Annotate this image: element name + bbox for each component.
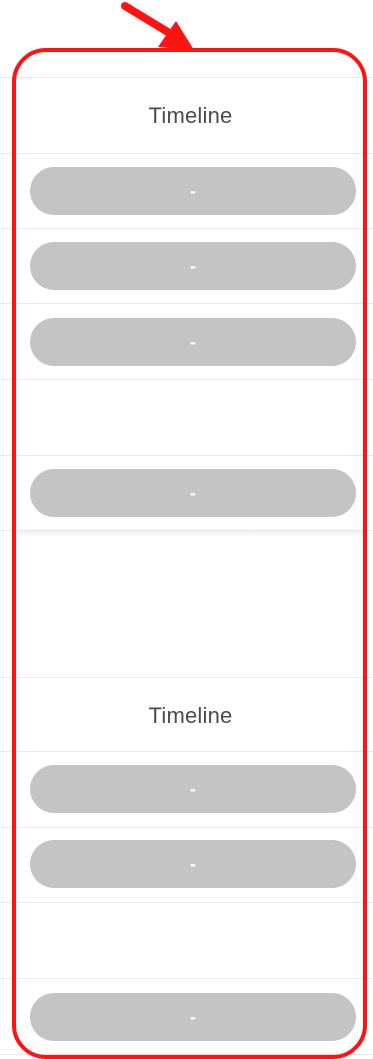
timeline-pill[interactable]: - (30, 993, 356, 1041)
timeline-pill[interactable]: - (30, 318, 356, 366)
row-divider (0, 827, 373, 828)
red-arrow-icon (121, 2, 194, 50)
row-divider (0, 303, 373, 304)
row-divider (0, 902, 373, 903)
timeline-pill[interactable]: - (30, 765, 356, 813)
row-divider (0, 677, 373, 678)
timeline-pill[interactable]: - (30, 242, 356, 290)
row-divider (0, 77, 373, 78)
timeline-column-header: Timeline (148, 703, 233, 728)
row-divider (0, 978, 373, 979)
timeline-value: - (190, 853, 196, 874)
row-divider (0, 228, 373, 229)
timeline-value: - (190, 1006, 196, 1027)
timeline-pill[interactable]: - (30, 167, 356, 215)
timeline-value: - (190, 778, 196, 799)
row-divider (0, 1054, 373, 1055)
timeline-value: - (190, 331, 196, 352)
timeline-column-header: Timeline (148, 103, 233, 128)
timeline-value: - (190, 255, 196, 276)
row-divider (0, 751, 373, 752)
timeline-value: - (190, 180, 196, 201)
row-divider (0, 455, 373, 456)
row-divider (0, 153, 373, 154)
timeline-pill[interactable]: - (30, 469, 356, 517)
section-separator (14, 531, 367, 537)
timeline-value: - (190, 482, 196, 503)
timeline-pill[interactable]: - (30, 840, 356, 888)
row-divider (0, 379, 373, 380)
